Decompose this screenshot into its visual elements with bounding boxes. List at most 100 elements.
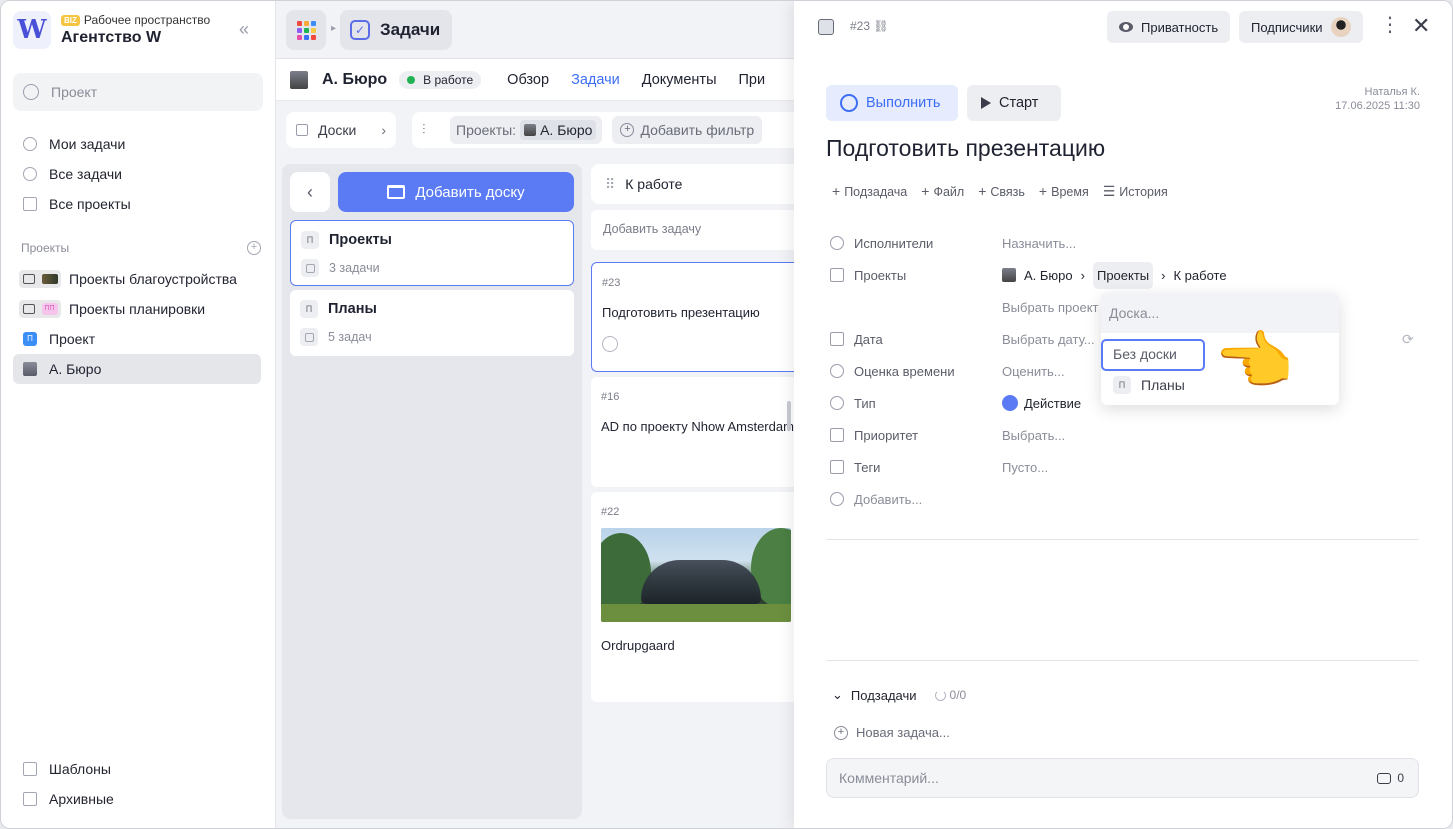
more-options-icon[interactable]: ⋮ (1380, 15, 1400, 35)
comment-input[interactable] (839, 770, 1359, 786)
app-grid-square (303, 20, 309, 26)
breadcrumb-board[interactable]: Проекты (1092, 261, 1154, 289)
task-card-22[interactable]: #22 Ordrupgaard (591, 492, 801, 702)
board-badge: П (300, 300, 318, 318)
nav-archive[interactable]: Архивные (13, 784, 263, 814)
tab-tasks[interactable]: ✓ Задачи (340, 10, 453, 50)
task-card-16[interactable]: #16 AD по проекту Nhow Amsterdam (591, 377, 801, 487)
task-id-link[interactable]: #23 ⛓ (850, 19, 889, 33)
add-time-action[interactable]: + Время (1039, 183, 1089, 200)
check-circle-icon (23, 167, 37, 181)
add-project-icon[interactable]: + (247, 241, 261, 255)
calendar-icon (830, 332, 844, 346)
new-subtask-label: Новая задача... (856, 725, 950, 740)
subtasks-toggle[interactable]: ⌄ Подзадачи 0/0 (832, 687, 966, 703)
board-card-plans[interactable]: П Планы 5 задач (290, 290, 574, 356)
drag-handle-icon[interactable]: ⠿ (605, 176, 615, 193)
project-title: А. Бюро (322, 70, 388, 88)
task-number: #16 (601, 391, 620, 403)
task-card-23[interactable]: #23 Подготовить презентацию (591, 262, 801, 372)
history-action[interactable]: ☰ История (1103, 183, 1168, 200)
type-value[interactable]: Действие (1002, 395, 1081, 411)
project-chip[interactable]: А. Бюро (520, 120, 597, 140)
task-title-heading[interactable]: Подготовить презентацию (826, 135, 1105, 162)
check-circle-icon (23, 137, 37, 151)
author-info: Наталья К. 17.06.2025 11:30 (1334, 85, 1420, 113)
status-dot-icon (407, 75, 416, 84)
collapse-sidebar-icon[interactable]: « (239, 19, 249, 40)
choose-project-link[interactable]: Выбрать проект (1002, 300, 1099, 315)
panel-resize-handle[interactable] (787, 401, 791, 431)
nav-all-tasks[interactable]: Все задачи (13, 159, 263, 189)
add-task-button[interactable]: Добавить задачу (591, 210, 801, 250)
action-type-icon (1002, 395, 1018, 411)
add-filter-button[interactable]: + Добавить фильтр (612, 116, 763, 144)
close-icon[interactable]: ✕ (1412, 13, 1430, 39)
task-title: Ordrupgaard (601, 638, 675, 653)
status-badge[interactable]: В работе (399, 70, 482, 89)
boards-column: ‹ Добавить доску П Проекты 3 задачи П План… (282, 164, 582, 819)
sidebar-project-a-buro[interactable]: А. Бюро (13, 354, 261, 384)
add-board-button[interactable]: Добавить доску (338, 172, 574, 212)
date-value[interactable]: Выбрать дату... (1002, 332, 1095, 347)
assignees-value[interactable]: Назначить... (1002, 236, 1076, 251)
app-grid-icon[interactable] (286, 10, 326, 50)
project-filter[interactable]: Проекты: А. Бюро (450, 116, 603, 144)
new-subtask-button[interactable]: + Новая задача... (834, 725, 950, 740)
assignee-placeholder-icon[interactable] (602, 336, 618, 352)
complete-button[interactable]: Выполнить (826, 85, 958, 121)
nav-templates[interactable]: Шаблоны (13, 754, 263, 784)
quick-actions: + Подзадача + Файл + Связь + Время ☰ История (832, 183, 1168, 200)
tab-overview[interactable]: Обзор (507, 72, 549, 88)
sidebar: W BIZ Рабочее пространство Агентство W « … (1, 1, 276, 828)
nav-my-tasks[interactable]: Мои задачи (13, 129, 263, 159)
add-file-action[interactable]: + Файл (921, 183, 964, 200)
add-subtask-action[interactable]: + Подзадача (832, 183, 907, 200)
back-button[interactable]: ‹ (290, 172, 330, 212)
privacy-button[interactable]: Приватность (1107, 11, 1231, 43)
eye-icon (1119, 22, 1133, 32)
comments-count[interactable]: 0 (1377, 771, 1404, 785)
priority-value[interactable]: Выбрать... (1002, 428, 1065, 443)
tab-tasks-project[interactable]: Задачи (571, 72, 620, 88)
option-no-board[interactable]: Без доски (1101, 339, 1205, 371)
sidebar-project-landscaping[interactable]: Проекты благоустройства (13, 264, 261, 294)
start-button[interactable]: Старт (967, 85, 1061, 121)
search-input[interactable] (51, 84, 251, 100)
nav-all-projects[interactable]: Все проекты (13, 189, 263, 219)
sidebar-project-proekt[interactable]: П Проект (13, 324, 261, 354)
boards-toggle-button[interactable]: Доски › (286, 112, 396, 148)
breadcrumb-project[interactable]: А. Бюро (1024, 268, 1073, 283)
subtasks-count: 0/0 (934, 688, 966, 702)
complete-label: Выполнить (866, 95, 941, 111)
prop-add[interactable]: Добавить... (830, 483, 1390, 515)
sidebar-project-planning[interactable]: ПП Проекты планировки (13, 294, 261, 324)
board-card-projects[interactable]: П Проекты 3 задачи (290, 220, 574, 286)
estimate-value[interactable]: Оценить... (1002, 364, 1065, 379)
column-header[interactable]: ⠿ К работе (591, 164, 801, 204)
sidebar-search[interactable] (13, 73, 263, 111)
plus-icon: + (921, 183, 930, 199)
add-property-label: Добавить... (854, 491, 923, 507)
app-grid-square (310, 34, 316, 40)
panel-header: #23 ⛓ Приватность Подписчики ⋮ ✕ (794, 1, 1452, 53)
tags-value[interactable]: Пусто... (1002, 460, 1048, 475)
add-link-action[interactable]: + Связь (978, 183, 1025, 200)
board-square-icon (301, 259, 319, 277)
option-plans[interactable]: П Планы (1113, 376, 1185, 394)
tab-documents[interactable]: Документы (642, 72, 717, 88)
projects-icon (830, 268, 844, 282)
sync-icon[interactable]: ⟳ (1402, 331, 1414, 348)
sliders-icon[interactable]: ⫶ (422, 121, 440, 139)
pointing-hand-icon: 👈 (1214, 325, 1294, 397)
prop-label: Теги (854, 459, 881, 475)
subscribers-button[interactable]: Подписчики (1239, 11, 1363, 43)
tab-more[interactable]: При (739, 72, 766, 88)
progress-ring-icon (934, 689, 946, 701)
task-detail-panel: #23 ⛓ Приватность Подписчики ⋮ ✕ Выполни… (794, 1, 1452, 828)
workspace-switcher[interactable]: W BIZ Рабочее пространство Агентство W (13, 11, 210, 49)
board-icon (296, 124, 308, 136)
comment-box[interactable]: 0 (826, 758, 1419, 798)
panel-toggle-icon[interactable] (818, 19, 834, 35)
breadcrumb-column[interactable]: К работе (1174, 268, 1227, 283)
